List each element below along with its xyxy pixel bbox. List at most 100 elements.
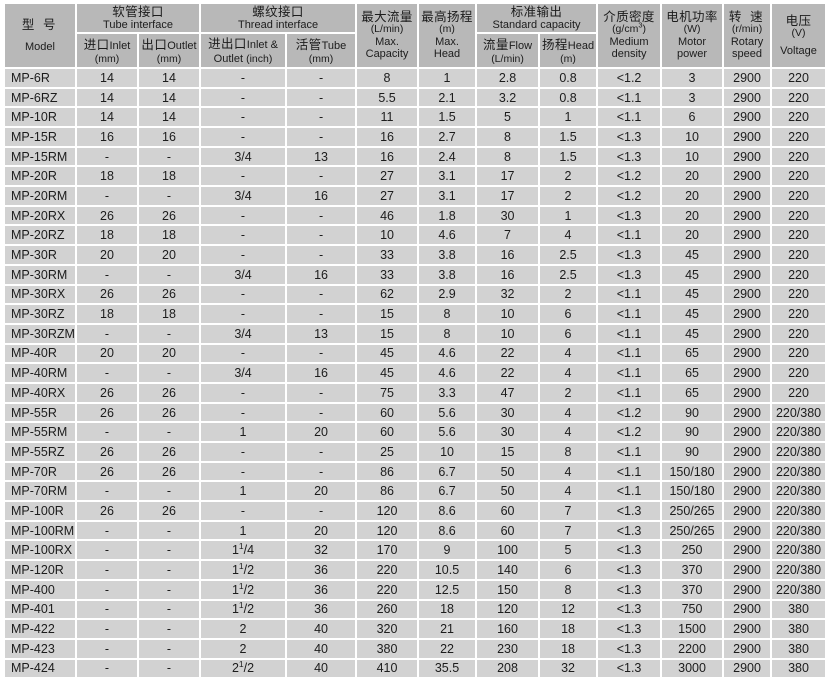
header-inlet-outlet-inch-en: Inlet & (246, 39, 278, 52)
cell-flow-lmin: 30 (477, 423, 541, 444)
cell-rotary-speed: 2900 (724, 305, 773, 325)
cell-head-m: 2.5 (540, 265, 599, 286)
header-head-m-label: 扬程Head (541, 36, 595, 54)
table-row: MP-20RM - -3/4 16 27 3.1 17 2 <1.2 20 2900 220 (5, 187, 826, 207)
cell-model: MP-100R (5, 502, 77, 522)
cell-max-head: 4.6 (419, 226, 478, 247)
cell-voltage: 220/380 (772, 423, 826, 444)
header-standard-capacity-en: Standard capacity (492, 19, 581, 31)
cell-head-m: 2.5 (540, 246, 599, 266)
header-row-group: 型 号 Model 软管接口 Tube interface 螺纹接口 Threa… (5, 4, 826, 69)
cell-model: MP-40RM (5, 364, 77, 384)
cell-flow-lmin: 30 (477, 206, 541, 227)
cell-flow-lmin: 2.8 (477, 68, 541, 89)
table-row: MP-100R 26 26- -120 8.6 60 7 <1.3 250/265 2900 220… (5, 502, 826, 522)
header-model: 型 号 Model (5, 4, 77, 69)
cell-max-capacity: 15 (357, 324, 420, 345)
cell-outlet-mm: 14 (139, 88, 202, 109)
cell-medium-density: <1.3 (598, 639, 663, 660)
cell-medium-density: <1.1 (598, 285, 663, 306)
cell-max-capacity: 380 (357, 639, 420, 660)
cell-medium-density: <1.3 (598, 600, 663, 621)
cell-motor-power: 90 (662, 443, 725, 463)
cell-flow-lmin: 22 (477, 364, 541, 384)
cell-max-head: 18 (419, 600, 478, 621)
header-flow-lmin-unit: (L/min) (491, 52, 524, 65)
cell-inlet-outlet-in: 3/4 (201, 265, 288, 286)
cell-inlet-outlet-in: - (201, 108, 288, 129)
cell-max-head: 5.6 (419, 403, 478, 424)
cell-inlet-mm: 14 (77, 88, 139, 109)
cell-tube-mm: - (287, 502, 358, 522)
cell-voltage: 380 (772, 659, 826, 677)
cell-voltage: 220 (772, 108, 826, 129)
cell-model: MP-15RM (5, 147, 77, 168)
cell-motor-power: 750 (662, 600, 725, 621)
cell-flow-lmin: 50 (477, 462, 541, 483)
cell-voltage: 220 (772, 265, 826, 286)
cell-tube-mm: - (287, 167, 358, 188)
cell-head-m: 4 (540, 403, 599, 424)
header-tube-interface: 软管接口 Tube interface (77, 4, 202, 35)
cell-max-head: 2.9 (419, 285, 478, 306)
cell-inlet-outlet-in: - (201, 167, 288, 188)
cell-inlet-outlet-in: 1 (201, 521, 288, 542)
cell-inlet-outlet-in: - (201, 128, 288, 148)
cell-head-m: 4 (540, 423, 599, 444)
cell-outlet-mm: 18 (139, 226, 202, 247)
table-row: MP-40RX 26 26- -75 3.3 47 2 <1.1 65 2900 220 (5, 383, 826, 404)
cell-rotary-speed: 2900 (724, 403, 773, 424)
cell-flow-lmin: 230 (477, 639, 541, 660)
header-tube-mm: 活管Tube (mm) (287, 34, 358, 69)
header-flow-lmin-en: Flow (508, 39, 533, 52)
table-row: MP-100RM - -1 20 120 8.6 60 7 <1.3 250/265 2900 220… (5, 521, 826, 542)
cell-max-capacity: 220 (357, 561, 420, 581)
header-inlet-mm-unit: (mm) (94, 52, 120, 65)
cell-max-head: 3.8 (419, 246, 478, 266)
cell-outlet-mm: - (139, 600, 202, 621)
cell-motor-power: 3000 (662, 659, 725, 677)
cell-voltage: 220 (772, 206, 826, 227)
cell-model: MP-70R (5, 462, 77, 483)
cell-motor-power: 45 (662, 285, 725, 306)
cell-max-capacity: 33 (357, 265, 420, 286)
cell-max-head: 9 (419, 541, 478, 562)
cell-medium-density: <1.3 (598, 561, 663, 581)
table-row: MP-30RZ 18 18- -15 8 10 6 <1.1 45 2900 220 (5, 305, 826, 325)
table-row: MP-30RZM - -3/4 13 15 8 10 6 <1.1 45 2900 220 (5, 324, 826, 345)
cell-rotary-speed: 2900 (724, 108, 773, 129)
cell-inlet-mm: - (77, 324, 139, 345)
cell-voltage: 220 (772, 68, 826, 89)
cell-flow-lmin: 50 (477, 482, 541, 503)
cell-medium-density: <1.3 (598, 620, 663, 640)
header-flow-lmin-label: 流量Flow (478, 36, 537, 54)
header-max-capacity-cn: 最大流量 (361, 10, 413, 25)
cell-max-capacity: 10 (357, 226, 420, 247)
header-inlet-outlet-inch-unit: (inch) (246, 53, 273, 66)
cell-tube-mm: - (287, 68, 358, 89)
table-row: MP-100RX - -11/4 32 170 9 100 5 <1.3 250 2900 220/3… (5, 541, 826, 562)
cell-max-head: 4.6 (419, 364, 478, 384)
cell-inlet-mm: 26 (77, 206, 139, 227)
cell-model: MP-20R (5, 167, 77, 188)
cell-model: MP-20RZ (5, 226, 77, 247)
cell-model: MP-422 (5, 620, 77, 640)
cell-inlet-mm: 18 (77, 167, 139, 188)
cell-medium-density: <1.1 (598, 383, 663, 404)
cell-motor-power: 20 (662, 226, 725, 247)
cell-max-head: 3.3 (419, 383, 478, 404)
header-head-m-cn: 扬程 (541, 37, 568, 52)
header-tube-mm-label: 活管Tube (288, 36, 354, 54)
table-row: MP-55R 26 26- -60 5.6 30 4 <1.2 90 2900 220/380 (5, 403, 826, 424)
cell-flow-lmin: 22 (477, 344, 541, 365)
cell-max-capacity: 120 (357, 521, 420, 542)
cell-model: MP-30RZM (5, 324, 77, 345)
table-row: MP-40R 20 20- -45 4.6 22 4 <1.1 65 2900 220 (5, 344, 826, 365)
table-header: 型 号 Model 软管接口 Tube interface 螺纹接口 Threa… (5, 4, 826, 69)
cell-head-m: 1.5 (540, 128, 599, 148)
cell-motor-power: 65 (662, 364, 725, 384)
cell-flow-lmin: 17 (477, 167, 541, 188)
cell-rotary-speed: 2900 (724, 423, 773, 444)
cell-motor-power: 20 (662, 187, 725, 207)
cell-head-m: 2 (540, 167, 599, 188)
